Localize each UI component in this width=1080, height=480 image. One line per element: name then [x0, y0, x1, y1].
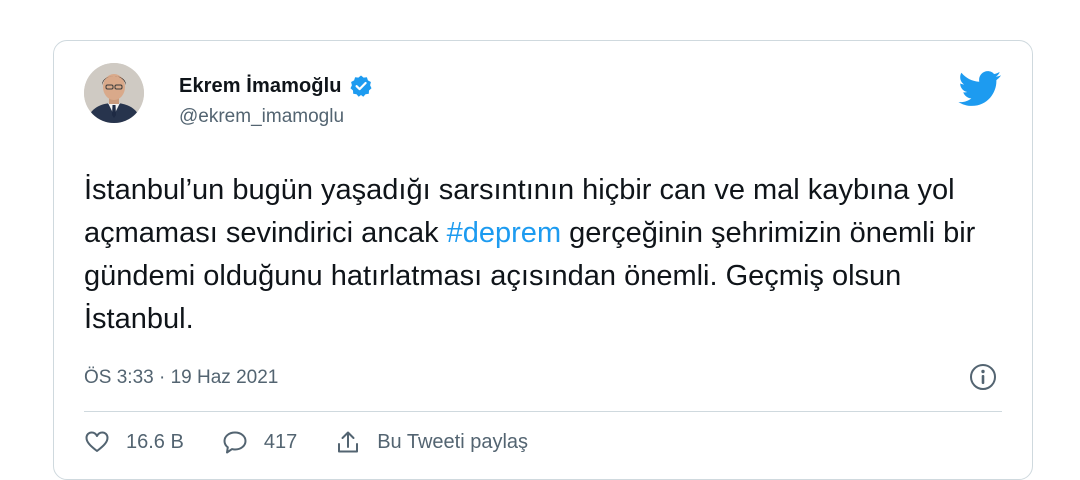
tweet-timestamp[interactable]: ÖS 3:33 · 19 Haz 2021 [84, 367, 278, 389]
share-button[interactable]: Bu Tweeti paylaş [335, 429, 528, 455]
heart-icon [85, 431, 109, 452]
hashtag-link[interactable]: #deprem [447, 217, 561, 249]
author-block[interactable]: Ekrem İmamoğlu @ekrem_imamoglu [179, 74, 373, 128]
reply-button[interactable]: 417 [222, 429, 297, 455]
author-handle[interactable]: @ekrem_imamoglu [179, 106, 373, 128]
tweet-text: İstanbul’un bugün yaşadığı sarsıntının h… [84, 169, 984, 341]
reply-count: 417 [263, 430, 298, 453]
share-icon [338, 431, 359, 453]
twitter-bird-icon[interactable] [958, 71, 1002, 107]
share-label: Bu Tweeti paylaş [377, 430, 529, 453]
like-count: 16.6 B [126, 430, 184, 453]
avatar[interactable] [84, 63, 144, 123]
like-button[interactable]: 16.6 B [84, 429, 184, 455]
author-name-row: Ekrem İmamoğlu [179, 74, 373, 98]
verified-badge-icon [349, 74, 373, 98]
reply-icon [223, 431, 247, 454]
tweet-card: Ekrem İmamoğlu @ekrem_imamoglu İstanbul’… [53, 40, 1033, 480]
author-name[interactable]: Ekrem İmamoğlu [179, 75, 342, 98]
divider [84, 411, 1002, 412]
info-icon[interactable] [969, 363, 997, 391]
tweet-actions: 16.6 B 417 Bu Tweeti paylaş [84, 429, 566, 455]
